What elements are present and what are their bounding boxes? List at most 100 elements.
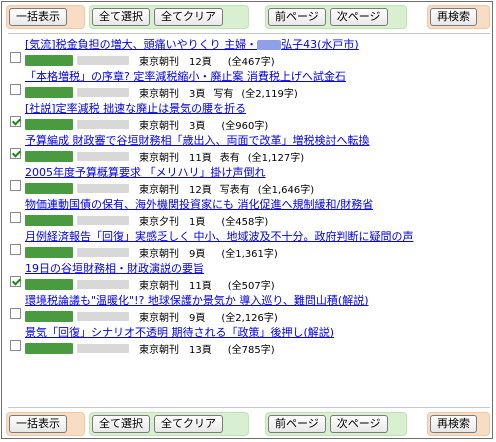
result-checkbox[interactable] <box>10 84 21 95</box>
bulk-display-button[interactable]: 一括表示 <box>9 8 67 26</box>
result-list: [気流]税金負担の増大、頭痛いやりくり 主婦・ 弘子43(水戸市) 東京朝刊 12… <box>8 38 488 358</box>
char-count: (全960字) <box>221 120 269 132</box>
result-meta: 東京朝刊 12頁 (全467字) <box>25 53 275 68</box>
page-number: 12頁 <box>189 184 212 196</box>
paper-edition: 東京朝刊 <box>139 280 179 292</box>
result-checkbox[interactable] <box>10 148 21 159</box>
result-title-link[interactable]: 物価連動国債の保有、海外機関投資家にも 消化促進へ規制緩和/財務省 <box>25 198 373 212</box>
research-button[interactable]: 再検索 <box>430 415 477 433</box>
result-row: 景気「回復」シナリオ不透明 期待される「政策」後押し(解説) 東京朝刊 13頁 (全7… <box>8 326 488 358</box>
bulk-display-group: 一括表示 <box>6 5 85 29</box>
select-all-button[interactable]: 全て選択 <box>92 415 150 433</box>
date-field <box>77 215 129 225</box>
prev-page-button[interactable]: 前ページ <box>268 8 326 26</box>
paper-edition: 東京夕刊 <box>139 216 179 228</box>
date-field <box>77 119 129 129</box>
page-number: 11頁 <box>189 152 212 164</box>
page-number: 1頁 <box>189 216 206 228</box>
paper-edition: 東京朝刊 <box>139 312 179 324</box>
page-number: 9頁 <box>189 248 206 260</box>
result-checkbox[interactable] <box>10 180 21 191</box>
source-badge <box>25 182 73 194</box>
result-checkbox[interactable] <box>10 340 21 351</box>
top-toolbar: 一括表示 全て選択 全てクリア 前ページ 次ページ 再検索 <box>6 5 491 31</box>
date-field <box>77 87 129 97</box>
source-badge <box>25 214 73 226</box>
result-title-link[interactable]: 環境税論議も"温暖化"!? 地球保護か景気か 導入巡り、難問山積(解説) <box>25 294 369 308</box>
result-title-link[interactable]: [気流]税金負担の増大、頭痛いやりくり 主婦・ 弘子43(水戸市) <box>25 38 359 52</box>
result-title-link[interactable]: 予算編成 財政審で谷垣財務相「歳出入、両面で改革」増税検討へ転換 <box>25 134 370 148</box>
result-meta: 東京朝刊 12頁 写表有 (全1,646字) <box>25 181 315 196</box>
source-badge <box>25 118 73 130</box>
result-meta: 東京夕刊 1頁 (全458字) <box>25 213 269 228</box>
page-number: 3頁 <box>189 120 206 132</box>
result-meta: 東京朝刊 9頁 (全1,361字) <box>25 245 278 260</box>
next-page-button[interactable]: 次ページ <box>329 8 388 26</box>
bulk-display-button[interactable]: 一括表示 <box>9 415 67 433</box>
char-count: (全785字) <box>227 344 275 356</box>
result-row: 予算編成 財政審で谷垣財務相「歳出入、両面で改革」増税検討へ転換東京朝刊 11頁表… <box>8 134 488 166</box>
source-badge <box>25 246 73 258</box>
clear-all-button[interactable]: 全てクリア <box>154 8 223 26</box>
result-checkbox[interactable] <box>10 244 21 255</box>
date-field <box>77 279 129 289</box>
research-button[interactable]: 再検索 <box>430 8 477 26</box>
result-row: 「本格増税」の序章? 定率減税縮小・廃止案 消費税上げへ試金石 東京朝刊 3頁 写有 (… <box>8 70 488 102</box>
result-checkbox[interactable] <box>10 276 21 287</box>
source-badge <box>25 54 73 66</box>
char-count: (全458字) <box>221 216 269 228</box>
paper-edition: 東京朝刊 <box>139 120 179 132</box>
selection-group: 全て選択 全てクリア <box>89 412 249 436</box>
result-row: 物価連動国債の保有、海外機関投資家にも 消化促進へ規制緩和/財務省東京夕刊 1頁 (… <box>8 198 488 230</box>
result-title-link[interactable]: 19日の谷垣財務相・財政演説の要旨 <box>25 262 204 276</box>
result-row: [社説]定率減税 拙速な廃止は景気の腰を折る東京朝刊 3頁 (全960字) <box>8 102 488 134</box>
result-meta: 東京朝刊 9頁 (全2,126字) <box>25 309 278 324</box>
paper-edition: 東京朝刊 <box>139 152 179 164</box>
result-title-link[interactable]: 「本格増税」の序章? 定率減税縮小・廃止案 消費税上げへ試金石 <box>25 70 346 84</box>
clear-all-button[interactable]: 全てクリア <box>154 415 223 433</box>
paper-edition: 東京朝刊 <box>139 344 179 356</box>
char-count: (全1,361字) <box>221 248 278 260</box>
date-field <box>77 55 129 65</box>
paging-group: 前ページ 次ページ <box>265 5 407 29</box>
selection-group: 全て選択 全てクリア <box>89 5 249 29</box>
next-page-button[interactable]: 次ページ <box>329 415 388 433</box>
result-title-link[interactable]: [社説]定率減税 拙速な廃止は景気の腰を折る <box>25 102 246 116</box>
source-badge <box>25 342 73 354</box>
source-badge <box>25 278 73 290</box>
result-checkbox[interactable] <box>10 116 21 127</box>
paper-edition: 東京朝刊 <box>139 88 179 100</box>
char-count: (全1,127字) <box>247 152 305 164</box>
result-title-link[interactable]: 2005年度予算概算要求 「メリハリ」掛け声倒れ <box>25 166 266 180</box>
results-window: 一括表示 全て選択 全てクリア 前ページ 次ページ 再検索 [気流]税金負担の増… <box>1 1 493 439</box>
select-all-button[interactable]: 全て選択 <box>92 8 150 26</box>
result-checkbox[interactable] <box>10 212 21 223</box>
paper-edition: 東京朝刊 <box>139 248 179 260</box>
title-text: [気流]税金負担の増大、頭痛いやりくり 主婦・ <box>25 38 258 51</box>
bottom-divider <box>8 407 490 408</box>
result-row: 19日の谷垣財務相・財政演説の要旨 東京朝刊 11頁 (全507字) <box>8 262 488 294</box>
source-badge <box>25 310 73 322</box>
result-checkbox[interactable] <box>10 308 21 319</box>
char-count: (全467字) <box>227 56 275 68</box>
source-badge <box>25 150 73 162</box>
bulk-display-group: 一括表示 <box>6 412 85 436</box>
result-row: 2005年度予算概算要求 「メリハリ」掛け声倒れ 東京朝刊 12頁 写表有 (全1,64… <box>8 166 488 198</box>
result-title-link[interactable]: 月例経済報告「回復」実感乏しく 中小、地域波及不十分。政府判断に疑問の声 <box>25 230 414 244</box>
result-title-link[interactable]: 景気「回復」シナリオ不透明 期待される「政策」後押し(解説) <box>25 326 334 340</box>
date-field <box>77 183 129 193</box>
paper-edition: 東京朝刊 <box>139 56 179 68</box>
date-field <box>77 343 129 353</box>
char-count: (全507字) <box>227 280 275 292</box>
date-field <box>77 311 129 321</box>
prev-page-button[interactable]: 前ページ <box>268 415 326 433</box>
result-meta: 東京朝刊 3頁 写有 (全2,119字) <box>25 85 298 100</box>
page-number: 12頁 <box>189 56 212 68</box>
char-count: (全1,646字) <box>257 184 315 196</box>
paper-edition: 東京朝刊 <box>139 184 179 196</box>
page-number: 9頁 <box>189 312 206 324</box>
research-group: 再検索 <box>427 5 490 29</box>
result-checkbox[interactable] <box>10 52 21 63</box>
media-kind: 表有 <box>219 152 240 164</box>
research-group: 再検索 <box>427 412 490 436</box>
